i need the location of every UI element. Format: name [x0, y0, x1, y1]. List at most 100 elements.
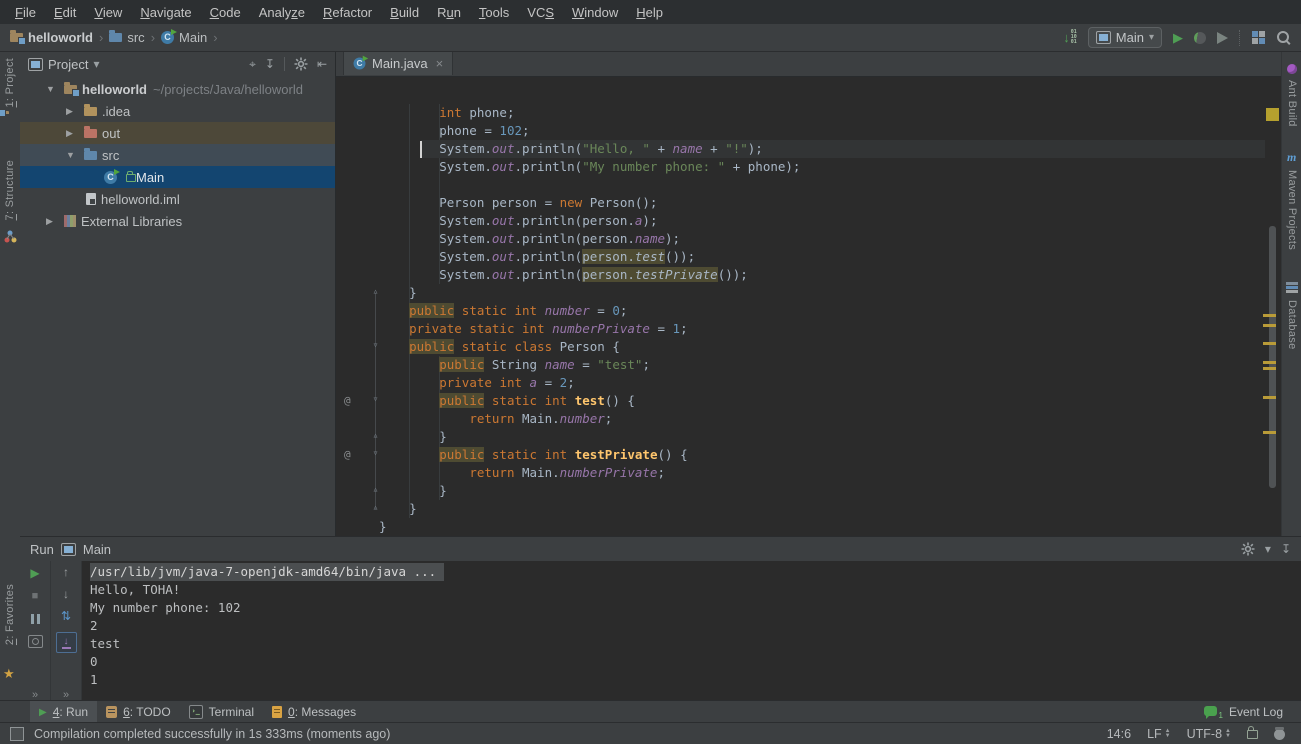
inspection-indicator[interactable]: [1266, 108, 1279, 121]
tool-button-structure[interactable]: 7: Structure: [4, 160, 16, 220]
code-line-22[interactable]: }: [379, 482, 447, 500]
rerun-button[interactable]: ▶: [30, 566, 39, 580]
menu-window[interactable]: Window: [563, 2, 627, 23]
gutter-annotation-icon[interactable]: @: [344, 394, 358, 408]
hector-inspector-icon[interactable]: [1274, 729, 1285, 740]
fold-marker-icon[interactable]: ▿: [369, 447, 382, 461]
stop-button[interactable]: ■: [32, 589, 39, 603]
breadcrumb-helloworld[interactable]: helloworld: [10, 30, 93, 45]
code-line-15[interactable]: public String name = "test";: [379, 356, 650, 374]
error-stripe-mark[interactable]: [1263, 342, 1276, 345]
code-line-7[interactable]: System.out.println(person.a);: [379, 212, 657, 230]
menu-view[interactable]: View: [85, 2, 131, 23]
tree-expand-arrow[interactable]: ▼: [46, 84, 64, 94]
code-line-24[interactable]: }: [379, 518, 387, 536]
favorites-star-icon[interactable]: ★: [3, 666, 15, 682]
tree-expand-arrow[interactable]: ▼: [66, 150, 84, 160]
menu-tools[interactable]: Tools: [470, 2, 518, 23]
gear-icon[interactable]: [294, 57, 308, 71]
code-line-4[interactable]: System.out.println("My number phone: " +…: [379, 158, 800, 176]
menu-edit[interactable]: Edit: [45, 2, 85, 23]
tool-window-switcher-icon[interactable]: [10, 727, 24, 741]
event-log-button[interactable]: 1 Event Log: [1204, 705, 1301, 720]
code-line-18[interactable]: return Main.number;: [379, 410, 612, 428]
structure-tool-icon[interactable]: [4, 230, 17, 243]
tree-node-helloworld-iml[interactable]: helloworld.iml: [20, 188, 335, 210]
fold-marker-icon[interactable]: ▿: [369, 393, 382, 407]
tree-expand-arrow[interactable]: ▶: [66, 128, 84, 139]
gutter-annotation-icon[interactable]: @: [344, 448, 358, 462]
tree-node-out[interactable]: ▶out: [20, 122, 335, 144]
code-line-6[interactable]: Person person = new Person();: [379, 194, 657, 212]
breadcrumb-src[interactable]: src: [109, 30, 144, 45]
menu-vcs[interactable]: VCS: [518, 2, 563, 23]
search-everywhere-button[interactable]: [1276, 30, 1291, 45]
fold-marker-icon[interactable]: ▵: [369, 483, 382, 497]
error-stripe-mark[interactable]: [1263, 314, 1276, 317]
menu-navigate[interactable]: Navigate: [131, 2, 200, 23]
error-stripe-mark[interactable]: [1263, 431, 1276, 434]
menu-file[interactable]: File: [6, 2, 45, 23]
code-line-1[interactable]: int phone;: [379, 104, 514, 122]
chevron-down-icon[interactable]: ▾: [93, 57, 99, 71]
tool-button-run[interactable]: ▶ 4: Run: [30, 701, 97, 723]
fold-marker-icon[interactable]: ▵: [369, 501, 382, 515]
caret-position-widget[interactable]: 14:6: [1107, 727, 1131, 741]
down-stack-trace-button[interactable]: ↓: [63, 588, 69, 601]
fold-marker-icon[interactable]: ▵: [369, 429, 382, 443]
code-line-10[interactable]: System.out.println(person.testPrivate())…: [379, 266, 748, 284]
tool-button-terminal[interactable]: ›_ Terminal: [180, 701, 263, 723]
coverage-button[interactable]: [1217, 32, 1228, 44]
tool-button-favorites[interactable]: 2: Favorites: [4, 584, 16, 645]
ant-build-icon[interactable]: [1287, 64, 1297, 74]
encoding-widget[interactable]: UTF-8 ▲▼: [1187, 727, 1231, 741]
code-line-16[interactable]: private int a = 2;: [379, 374, 575, 392]
tree-node--idea[interactable]: ▶.idea: [20, 100, 335, 122]
locate-button[interactable]: ⌖: [249, 57, 256, 72]
scroll-to-end-button[interactable]: ↓: [56, 632, 77, 653]
fold-marker-icon[interactable]: ▿: [369, 339, 382, 353]
tree-node-main[interactable]: Main: [20, 166, 335, 188]
database-icon[interactable]: [1286, 282, 1298, 293]
maven-icon[interactable]: m: [1287, 150, 1296, 165]
code-line-23[interactable]: }: [379, 500, 417, 518]
soft-wrap-button[interactable]: ⇅: [61, 610, 71, 623]
tab-main-java[interactable]: Main.java ×: [343, 52, 453, 75]
minimize-panel-button[interactable]: ↧: [1281, 542, 1291, 556]
code-line-13[interactable]: private static int numberPrivate = 1;: [379, 320, 688, 338]
code-line-9[interactable]: System.out.println(person.test());: [379, 248, 695, 266]
menu-help[interactable]: Help: [627, 2, 672, 23]
tool-button-todo[interactable]: 6: TODO: [97, 701, 180, 723]
bytecode-fetch-icon[interactable]: ↓ 01 10 01: [1063, 30, 1077, 45]
code-line-2[interactable]: phone = 102;: [379, 122, 530, 140]
error-stripe-mark[interactable]: [1263, 396, 1276, 399]
tree-expand-arrow[interactable]: ▶: [66, 106, 84, 117]
hide-panel-button[interactable]: ⇤: [317, 57, 327, 71]
menu-code[interactable]: Code: [201, 2, 250, 23]
code-line-3[interactable]: System.out.println("Hello, " + name + "!…: [379, 140, 763, 158]
code-line-8[interactable]: System.out.println(person.name);: [379, 230, 680, 248]
readonly-lock-icon[interactable]: [1247, 730, 1258, 739]
gear-icon[interactable]: [1241, 542, 1255, 556]
close-tab-icon[interactable]: ×: [436, 56, 444, 71]
line-separator-widget[interactable]: LF ▲▼: [1147, 727, 1171, 741]
collapse-all-button[interactable]: ↧: [265, 57, 275, 71]
thread-dump-button[interactable]: [28, 635, 43, 648]
tree-node-external-libraries[interactable]: ▶External Libraries: [20, 210, 335, 232]
error-stripe-mark[interactable]: [1263, 367, 1276, 370]
tree-expand-arrow[interactable]: ▶: [46, 216, 64, 227]
pause-button[interactable]: [31, 614, 34, 624]
fold-marker-icon[interactable]: ▵: [369, 285, 382, 299]
tool-button-messages[interactable]: 0: Messages: [263, 701, 365, 723]
code-line-21[interactable]: return Main.numberPrivate;: [379, 464, 665, 482]
error-stripe-mark[interactable]: [1263, 324, 1276, 327]
menu-run[interactable]: Run: [428, 2, 470, 23]
tree-node-src[interactable]: ▼src: [20, 144, 335, 166]
code-line-12[interactable]: public static int number = 0;: [379, 302, 627, 320]
code-line-19[interactable]: }: [379, 428, 447, 446]
tool-button-database[interactable]: Database: [1286, 300, 1298, 350]
tool-button-ant-build[interactable]: Ant Build: [1286, 80, 1298, 127]
chevron-down-icon[interactable]: ▾: [1265, 542, 1271, 556]
error-stripe-mark[interactable]: [1263, 361, 1276, 364]
debug-button[interactable]: [1194, 32, 1206, 44]
